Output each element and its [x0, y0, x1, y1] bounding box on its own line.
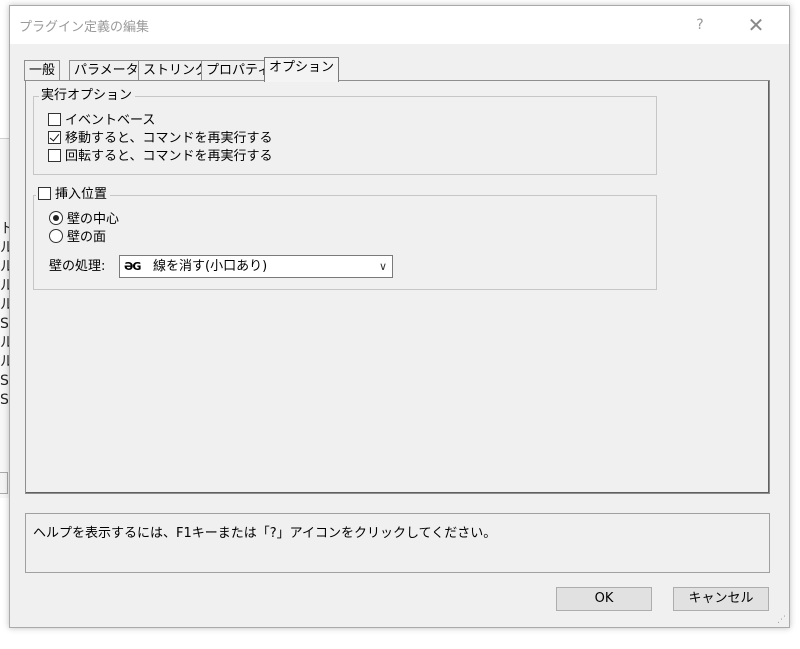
wall-face-label: 壁の面 — [67, 230, 107, 245]
chevron-down-icon: ∨ — [378, 260, 387, 273]
tab-general[interactable]: 一般 — [24, 60, 61, 81]
options-panel: 実行オプション イベントベース 移動すると、コマンドを再実行する 回転すると、コ… — [25, 80, 770, 494]
option-rerun-on-move[interactable]: 移動すると、コマンドを再実行する — [48, 130, 272, 147]
help-message: ヘルプを表示するには、F1キーまたは「?」アイコンをクリックしてください。 — [33, 526, 497, 541]
rerun-on-rotate-checkbox[interactable] — [48, 149, 61, 162]
wall-process-icon: ƏG — [124, 260, 141, 273]
wall-center-radio[interactable] — [49, 211, 63, 225]
event-based-checkbox[interactable] — [48, 113, 61, 126]
help-message-box: ヘルプを表示するには、F1キーまたは「?」アイコンをクリックしてください。 — [25, 513, 770, 573]
option-event-based[interactable]: イベントベース — [48, 112, 155, 129]
background-field — [0, 472, 8, 494]
insert-position-checkbox[interactable] — [38, 187, 51, 200]
wall-process-select[interactable]: ƏG 線を消す(小口あり) ∨ — [119, 255, 393, 278]
wall-process-label: 壁の処理: — [49, 259, 106, 274]
event-based-label: イベントベース — [65, 113, 156, 128]
tab-options[interactable]: オプション — [264, 57, 340, 82]
close-button[interactable]: ✕ — [736, 11, 776, 39]
rerun-on-move-checkbox[interactable] — [48, 131, 61, 144]
rerun-on-move-label: 移動すると、コマンドを再実行する — [65, 131, 273, 146]
cancel-button[interactable]: キャンセル — [673, 587, 769, 611]
radio-wall-face[interactable]: 壁の面 — [49, 229, 106, 246]
wall-process-value: 線を消す(小口あり) — [153, 259, 268, 274]
plugin-definition-dialog: プラグイン定義の編集 ? ✕ 一般 パラメータ ストリング プロパティ オプショ… — [9, 5, 790, 628]
insert-position-title: 挿入位置 — [55, 187, 108, 202]
window-title: プラグイン定義の編集 — [19, 20, 150, 35]
radio-wall-center[interactable]: 壁の中心 — [49, 211, 119, 228]
title-bar[interactable]: プラグイン定義の編集 ? ✕ — [10, 6, 789, 44]
exec-options-group: 実行オプション イベントベース 移動すると、コマンドを再実行する 回転すると、コ… — [33, 88, 657, 175]
option-rerun-on-rotate[interactable]: 回転すると、コマンドを再実行する — [48, 148, 272, 165]
wall-center-label: 壁の中心 — [67, 212, 120, 227]
insert-position-toggle[interactable]: 挿入位置 — [36, 187, 111, 203]
rerun-on-rotate-label: 回転すると、コマンドを再実行する — [65, 149, 273, 164]
exec-options-title: 実行オプション — [39, 88, 136, 104]
tab-parameters[interactable]: パラメータ — [69, 60, 144, 81]
resize-grip-icon[interactable]: ⋰ — [777, 615, 787, 625]
ok-button[interactable]: OK — [556, 587, 652, 611]
wall-face-radio[interactable] — [49, 229, 63, 243]
insert-position-group: 挿入位置 壁の中心 壁の面 壁の処理: ƏG 線を消す(小口あり) ∨ — [33, 187, 657, 290]
help-button[interactable]: ? — [682, 12, 718, 38]
